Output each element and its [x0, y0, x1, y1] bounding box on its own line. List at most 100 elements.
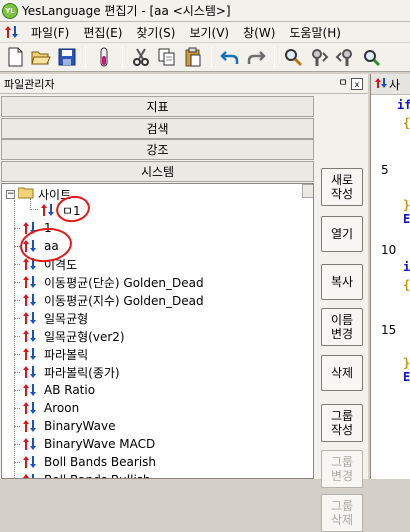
menu-help[interactable]: 도움말(H)	[282, 24, 348, 41]
tree-item[interactable]: 일목균형	[14, 309, 89, 327]
create-group-button[interactable]: 그룹 작성	[321, 404, 363, 442]
tree-item[interactable]: 파라볼릭	[14, 345, 89, 363]
panel-title-bar: 파일관리자	[0, 74, 368, 94]
tree-item-label: BinaryWave	[44, 419, 116, 433]
pin-icon[interactable]: ㅁ	[337, 78, 349, 90]
panel-title: 파일관리자	[4, 77, 55, 91]
code-editor[interactable]: 사 5 10 15 if { } E i { } E	[370, 74, 410, 479]
save-icon[interactable]	[55, 45, 79, 69]
rename-group-button[interactable]: 그룹 변경	[321, 450, 363, 488]
category-indicator-button[interactable]: 지표	[1, 96, 314, 117]
tree-item-label: 이동평균(단순) Golden_Dead	[44, 275, 204, 290]
replace-icon[interactable]	[359, 45, 383, 69]
menu-edit[interactable]: 편집(E)	[76, 24, 129, 41]
tree-item[interactable]: Aroon	[14, 399, 79, 417]
tree-item[interactable]: 이동평균(지수) Golden_Dead	[14, 291, 204, 309]
tree-connector	[14, 228, 20, 229]
tree-item[interactable]: AB Ratio	[14, 381, 96, 399]
updown-arrows-icon	[4, 25, 24, 39]
test-tube-icon[interactable]	[92, 45, 116, 69]
tree-connector	[14, 462, 20, 463]
tree-connector	[14, 282, 20, 283]
code-brace: {	[403, 116, 410, 130]
tree-connector	[30, 209, 38, 210]
toolbar-divider	[85, 46, 86, 68]
updown-arrows-icon	[22, 400, 40, 416]
tree-item-label: Boll Bands Bearish	[44, 455, 157, 469]
undo-icon[interactable]	[218, 45, 242, 69]
rename-button[interactable]: 이름 변경	[321, 308, 363, 346]
redo-icon[interactable]	[244, 45, 268, 69]
code-keyword: i	[403, 260, 410, 274]
tree-connector	[14, 318, 20, 319]
updown-arrows-icon	[22, 274, 40, 290]
updown-arrows-icon	[22, 310, 40, 326]
code-brace: {	[403, 278, 410, 292]
file-tree: − 사이트 ㅁ1 1 aa 이격도 이동평균(단순) Golden_Dead 이동평균(…	[1, 183, 314, 479]
tree-item[interactable]: 파라볼릭(종가)	[14, 363, 120, 381]
tree-item-label: AB Ratio	[44, 383, 96, 397]
find-icon[interactable]	[281, 45, 305, 69]
find-next-icon[interactable]	[307, 45, 331, 69]
open-folder-icon[interactable]	[29, 45, 53, 69]
updown-arrows-icon	[22, 292, 40, 308]
find-prev-icon[interactable]	[333, 45, 357, 69]
title-bar: YL YesLanguage 편집기 - [aa <시스템>]	[0, 0, 410, 22]
delete-group-button[interactable]: 그룹 삭제	[321, 494, 363, 532]
tree-item[interactable]: 이동평균(단순) Golden_Dead	[14, 273, 204, 291]
code-keyword: E	[403, 212, 410, 226]
tree-connector	[14, 200, 15, 478]
updown-arrows-icon	[22, 364, 40, 380]
close-icon[interactable]: x	[351, 78, 363, 90]
editor-tab[interactable]: 사	[371, 74, 410, 95]
tree-item-label: 파라볼릭	[44, 347, 89, 362]
menu-view[interactable]: 보기(V)	[182, 24, 236, 41]
tree-item-label: Boll Bands Bullish	[44, 473, 151, 478]
code-keyword: E	[403, 370, 410, 384]
menu-bar: 파일(F) 편집(E) 찾기(S) 보기(V) 창(W) 도움말(H)	[0, 22, 410, 43]
menu-window[interactable]: 창(W)	[236, 24, 282, 41]
menu-find[interactable]: 찾기(S)	[129, 24, 182, 41]
updown-arrows-icon	[22, 472, 40, 478]
tree-item[interactable]: BinaryWave	[14, 417, 116, 435]
tree-item[interactable]: BinaryWave MACD	[14, 435, 155, 453]
code-brace: }	[403, 356, 410, 370]
updown-arrows-icon	[22, 454, 40, 470]
app-logo-icon: YL	[2, 2, 18, 19]
new-button[interactable]: 새로 작성	[321, 168, 363, 206]
file-manager-panel: 파일관리자 ㅁ x 지표 검색 강조 시스템 − 사이트 ㅁ1 1 aa 이격도 이동…	[0, 74, 368, 532]
updown-arrows-icon	[22, 382, 40, 398]
tree-item-label: 파라볼릭(종가)	[44, 365, 120, 380]
collapse-icon[interactable]: −	[6, 189, 15, 199]
folder-icon	[17, 186, 34, 202]
tree-item[interactable]: 일목균형(ver2)	[14, 327, 125, 345]
updown-arrows-icon	[22, 328, 40, 344]
copy-button[interactable]: 복사	[321, 264, 363, 300]
tree-item[interactable]: Boll Bands Bearish	[14, 453, 157, 471]
tree-connector	[14, 372, 20, 373]
delete-button[interactable]: 삭제	[321, 355, 363, 391]
toolbar-divider	[122, 46, 123, 68]
updown-arrows-icon	[22, 346, 40, 362]
category-search-button[interactable]: 검색	[1, 118, 314, 139]
tree-connector	[14, 444, 20, 445]
tree-connector	[14, 390, 20, 391]
copy-icon[interactable]	[155, 45, 179, 69]
menu-file[interactable]: 파일(F)	[24, 24, 76, 41]
window-title: YesLanguage 편집기 - [aa <시스템>]	[22, 4, 231, 18]
new-file-icon[interactable]	[3, 45, 27, 69]
paste-icon[interactable]	[181, 45, 205, 69]
editor-tab-label: 사	[389, 77, 401, 92]
tree-connector	[14, 264, 20, 265]
open-button[interactable]: 열기	[321, 216, 363, 252]
tree-item-label: 일목균형	[44, 311, 89, 326]
category-highlight-button[interactable]: 강조	[1, 139, 314, 160]
line-number: 5	[381, 163, 389, 177]
toolbar	[0, 43, 410, 72]
cut-icon[interactable]	[129, 45, 153, 69]
line-number: 15	[381, 323, 397, 337]
category-system-button[interactable]: 시스템	[1, 161, 314, 182]
toolbar-divider	[211, 46, 212, 68]
tree-item[interactable]: Boll Bands Bullish	[22, 471, 151, 478]
scrollbar-up-button[interactable]	[302, 184, 313, 198]
